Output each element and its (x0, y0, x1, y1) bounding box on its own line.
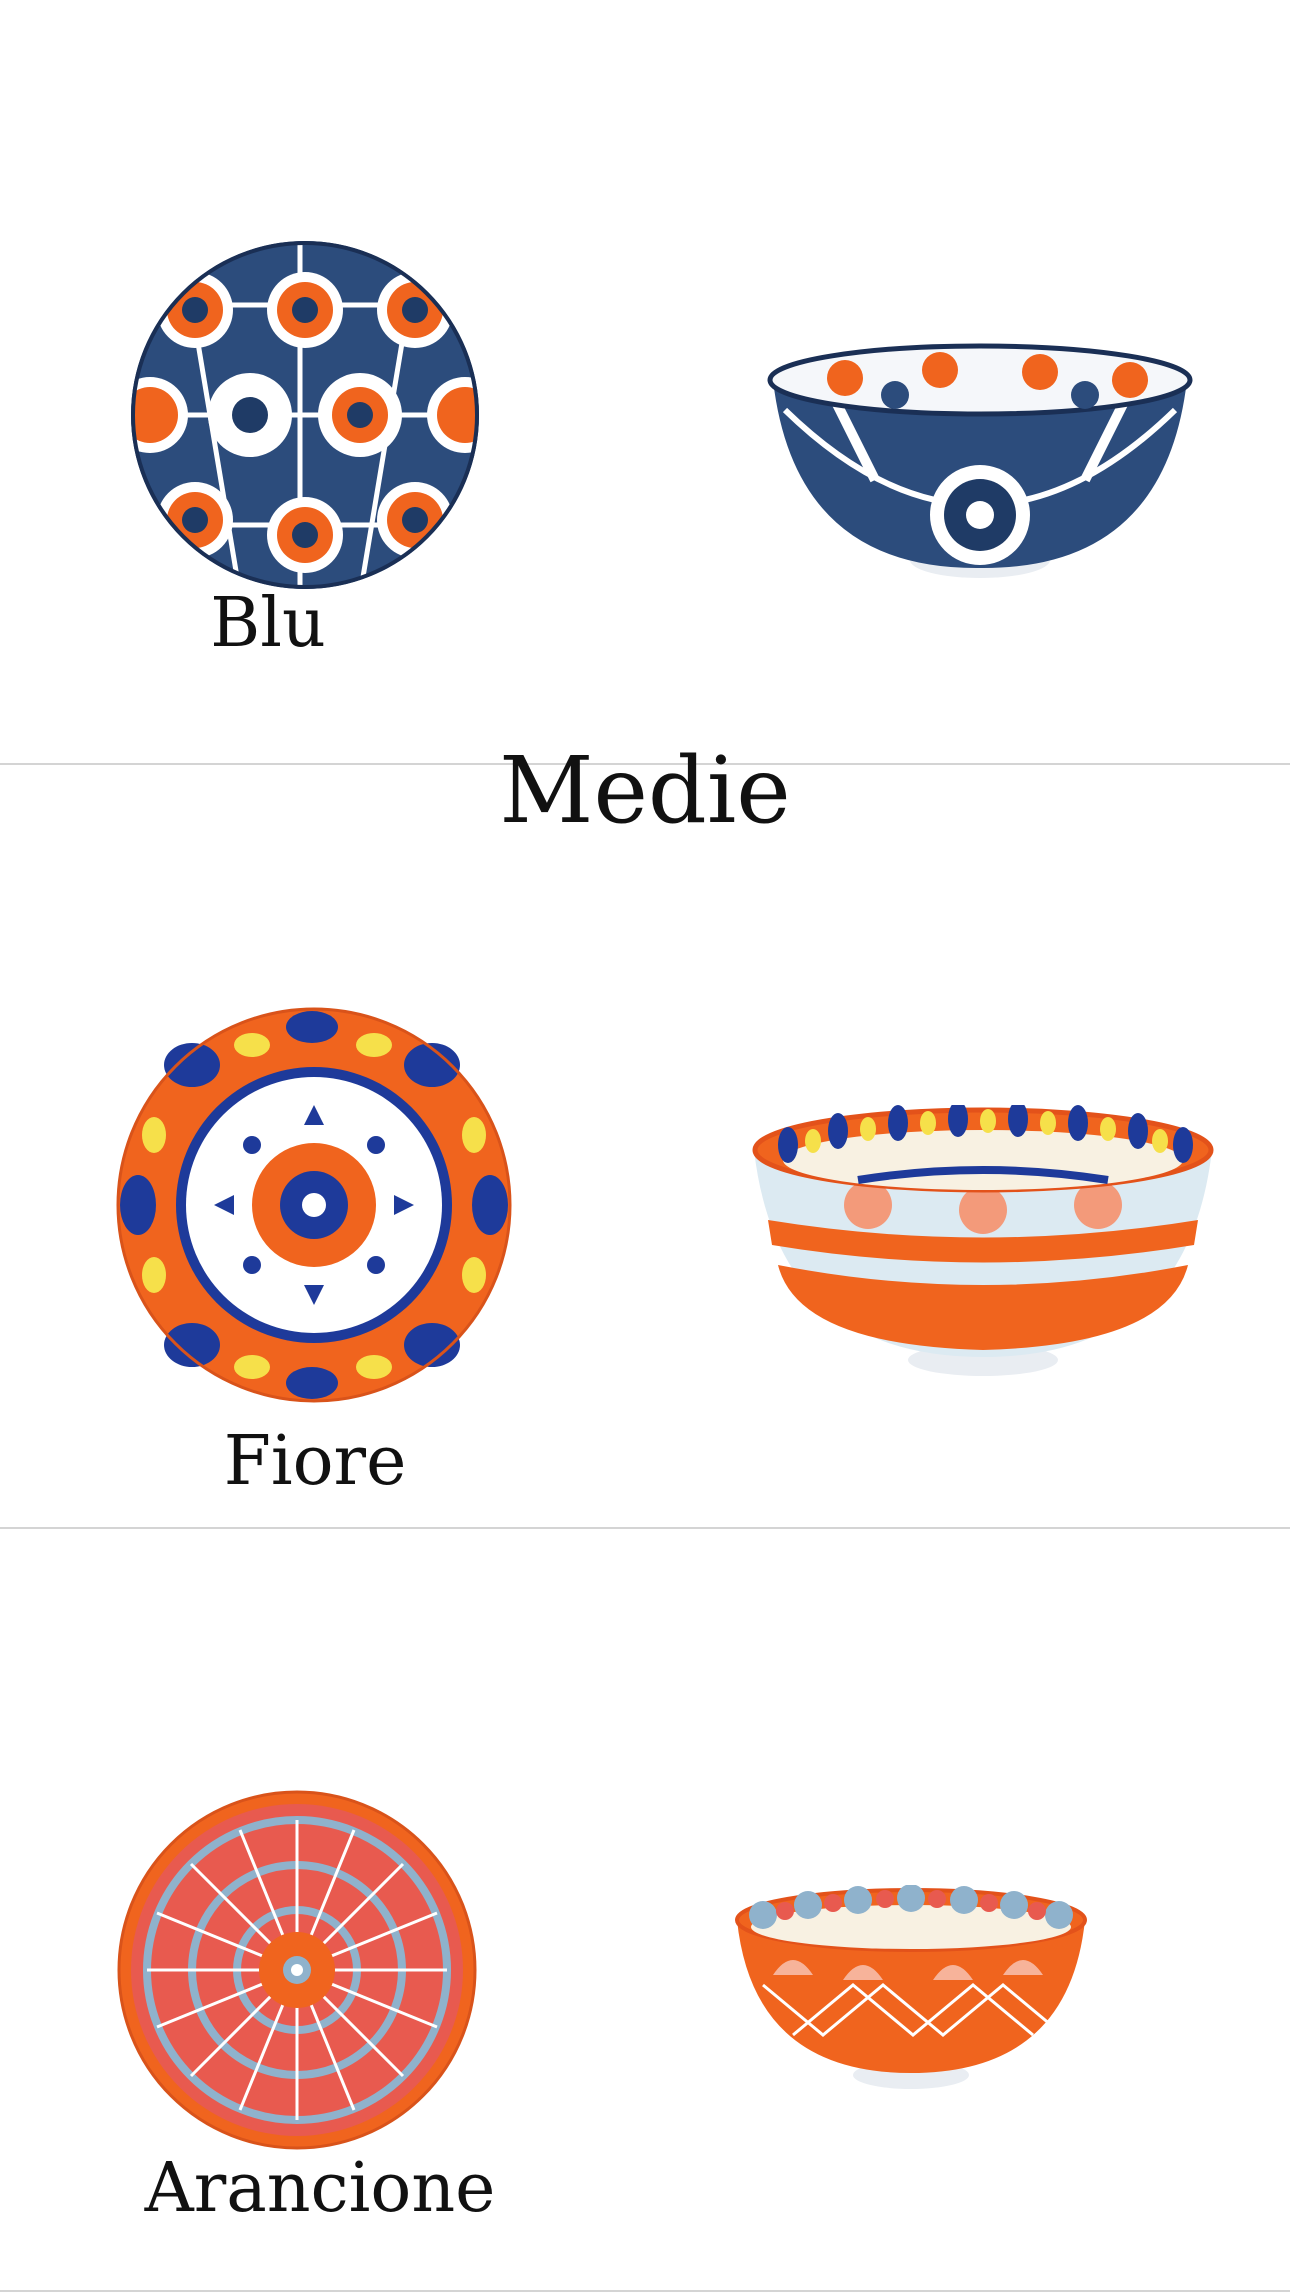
product-arancione[interactable] (115, 1790, 480, 2150)
bowl-blu-side-image (767, 343, 1193, 578)
bowl-blu-top-image (131, 241, 479, 589)
product-label-fiore[interactable]: Fiore (190, 1428, 440, 1496)
bowl-fiore-side-image (752, 1105, 1214, 1376)
bowl-fiore-top-image (116, 1007, 512, 1403)
product-blu[interactable] (120, 235, 490, 595)
product-blu-side[interactable] (765, 340, 1195, 585)
section-heading: Medie (499, 737, 791, 844)
product-label-blu[interactable]: Blu (168, 590, 368, 658)
bowl-arancione-side-image (735, 1885, 1087, 2089)
product-arancione-side[interactable] (733, 1885, 1089, 2090)
product-fiore[interactable] (112, 1005, 517, 1405)
section-divider (0, 1527, 1290, 1529)
product-fiore-side[interactable] (748, 1105, 1218, 1380)
product-label-arancione[interactable]: Arancione (130, 2155, 510, 2223)
bowl-arancione-top-image (117, 1790, 477, 2150)
section-divider (0, 2290, 1290, 2292)
